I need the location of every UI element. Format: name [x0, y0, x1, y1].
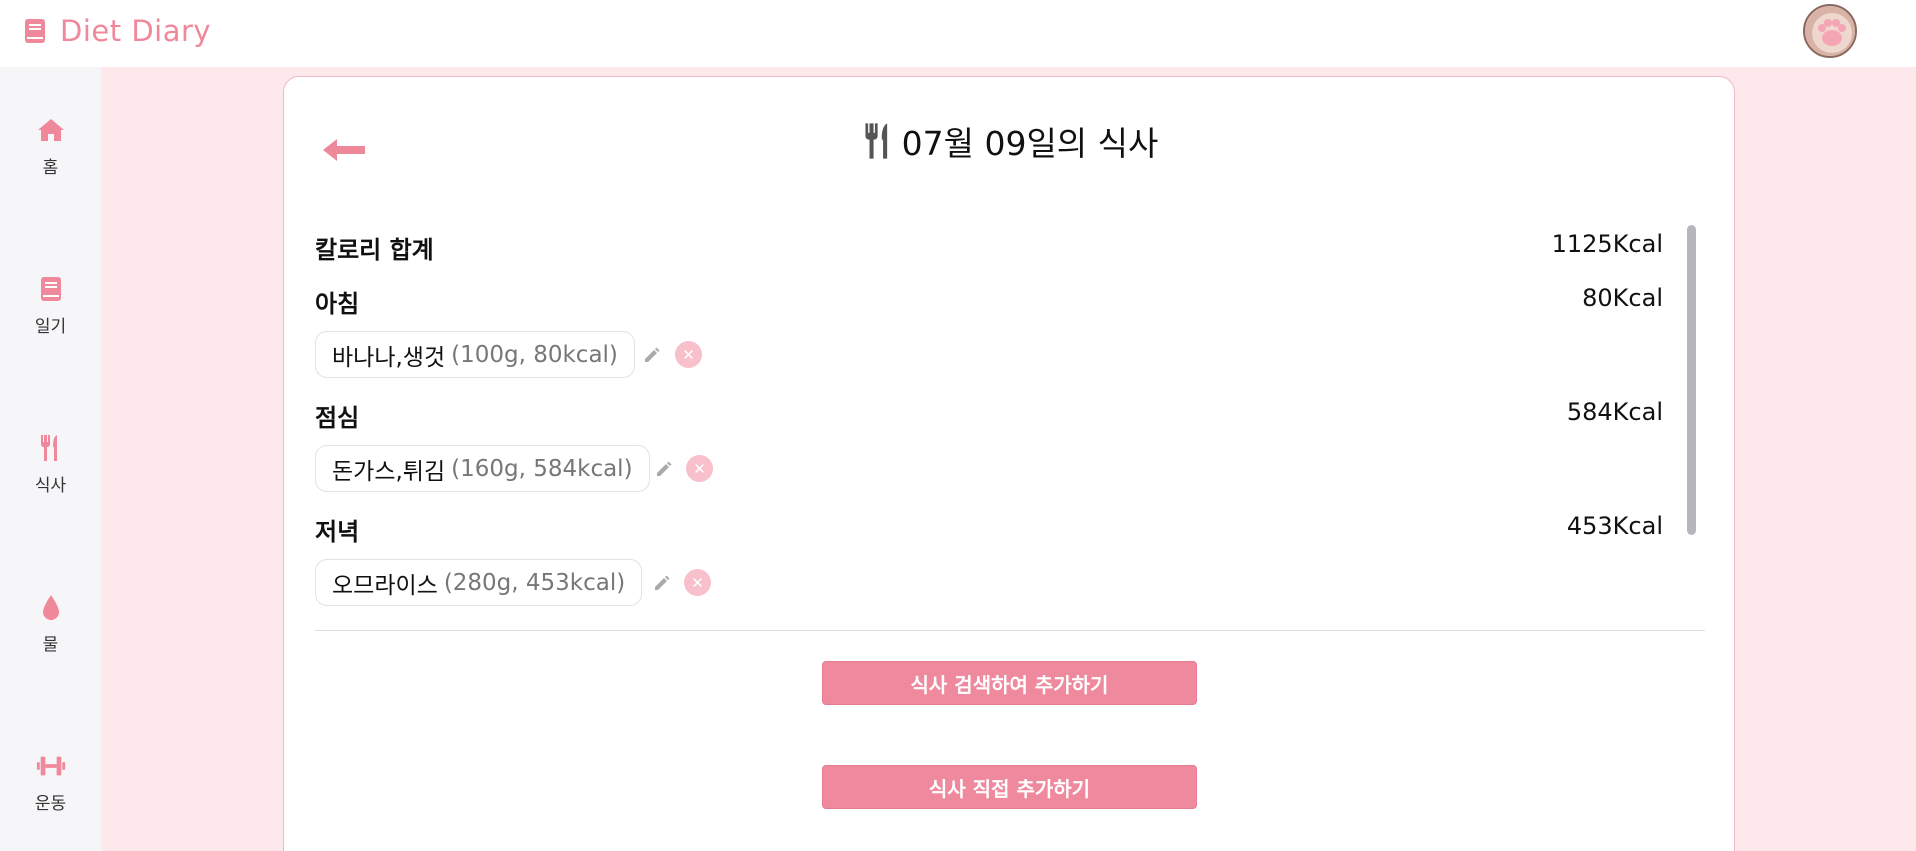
search-add-meal-button[interactable]: 식사 검색하여 추가하기: [822, 661, 1197, 705]
meal-kcal-lunch: 584Kcal: [1566, 398, 1663, 426]
sidebar-item-label: 운동: [34, 794, 67, 814]
book-icon: [24, 18, 46, 44]
meal-card: 07월 09일의 식사 칼로리 합계 1125Kcal 아침 80Kcal 바나…: [283, 76, 1735, 851]
meal-label-lunch: 점심: [315, 404, 360, 432]
pencil-icon[interactable]: [642, 345, 662, 365]
sidebar-item-label: 물: [42, 635, 59, 655]
sidebar-item-exercise[interactable]: 운동: [0, 751, 101, 841]
sidebar-item-label: 홈: [42, 158, 59, 178]
food-detail: (100g, 80kcal): [451, 341, 618, 368]
home-icon: [36, 115, 66, 145]
sidebar-item-label: 식사: [34, 476, 67, 496]
food-detail: (160g, 584kcal): [451, 455, 633, 482]
food-item-chip[interactable]: 바나나,생것 (100g, 80kcal): [315, 331, 635, 378]
delete-icon[interactable]: ✕: [684, 569, 711, 596]
sidebar-item-diary[interactable]: 일기: [0, 274, 101, 364]
total-calories-label: 칼로리 합계: [315, 236, 434, 264]
delete-icon[interactable]: ✕: [675, 341, 702, 368]
paw-icon: [1805, 6, 1855, 56]
scrollbar[interactable]: [1687, 225, 1696, 535]
page-title: 07월 09일의 식사: [901, 124, 1159, 163]
food-item-chip[interactable]: 돈가스,튀김 (160g, 584kcal): [315, 445, 650, 492]
utensils-icon: [36, 433, 66, 463]
book-icon: [36, 274, 66, 304]
water-drop-icon: [36, 592, 66, 622]
total-calories-value: 1125Kcal: [1551, 230, 1663, 258]
meal-kcal-dinner: 453Kcal: [1566, 512, 1663, 540]
pencil-icon[interactable]: [652, 573, 672, 593]
direct-add-meal-button[interactable]: 식사 직접 추가하기: [822, 765, 1197, 809]
food-item-chip[interactable]: 오므라이스 (280g, 453kcal): [315, 559, 643, 606]
divider: [315, 630, 1705, 631]
dumbbell-icon: [36, 751, 66, 781]
pencil-icon[interactable]: [654, 459, 674, 479]
avatar[interactable]: [1803, 4, 1857, 58]
sidebar: 홈 일기 식사 물 운동: [0, 67, 101, 851]
app-title: Diet Diary: [60, 14, 212, 48]
utensils-icon: [862, 122, 896, 160]
sidebar-item-meal[interactable]: 식사: [0, 433, 101, 523]
sidebar-item-label: 일기: [34, 317, 67, 337]
meal-label-dinner: 저녁: [315, 518, 360, 546]
food-name: 바나나,생것: [332, 344, 446, 371]
page-header: 07월 09일의 식사: [284, 117, 1736, 165]
sidebar-item-water[interactable]: 물: [0, 592, 101, 682]
meal-kcal-breakfast: 80Kcal: [1582, 284, 1663, 312]
brand[interactable]: Diet Diary: [24, 14, 211, 48]
food-detail: (280g, 453kcal): [443, 569, 626, 596]
food-name: 돈가스,튀김: [332, 458, 446, 485]
top-bar: Diet Diary: [0, 0, 1916, 67]
food-name: 오므라이스: [332, 572, 438, 599]
sidebar-item-home[interactable]: 홈: [0, 115, 101, 205]
meal-label-breakfast: 아침: [315, 290, 360, 318]
delete-icon[interactable]: ✕: [686, 455, 713, 482]
